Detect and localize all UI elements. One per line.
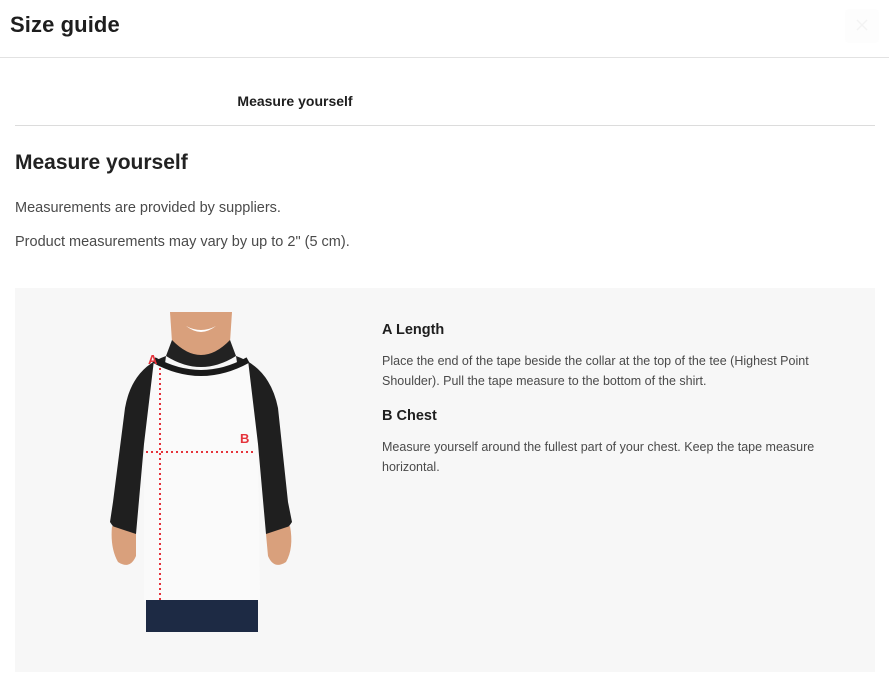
page-title: Size guide xyxy=(10,12,120,37)
modal-header: Size guide xyxy=(0,0,889,58)
length-description: Place the end of the tape beside the col… xyxy=(382,354,809,388)
tab-bar: Measure yourself xyxy=(15,58,875,126)
length-title: A Length xyxy=(382,322,445,338)
tab-measure-yourself[interactable]: Measure yourself xyxy=(15,58,575,126)
chest-title: B Chest xyxy=(382,408,437,424)
section-title: Measure yourself xyxy=(15,151,188,174)
measurement-panel: A B A Length Place the end of the tape b… xyxy=(15,288,875,672)
model-shirt-image: A B xyxy=(108,312,308,632)
close-icon xyxy=(855,18,869,35)
marker-b: B xyxy=(240,431,249,446)
close-button[interactable] xyxy=(845,9,879,43)
variance-note: Product measurements may vary by up to 2… xyxy=(15,234,350,250)
suppliers-note: Measurements are provided by suppliers. xyxy=(15,200,281,216)
chest-description: Measure yourself around the fullest part… xyxy=(382,440,815,474)
marker-a: A xyxy=(148,352,158,367)
